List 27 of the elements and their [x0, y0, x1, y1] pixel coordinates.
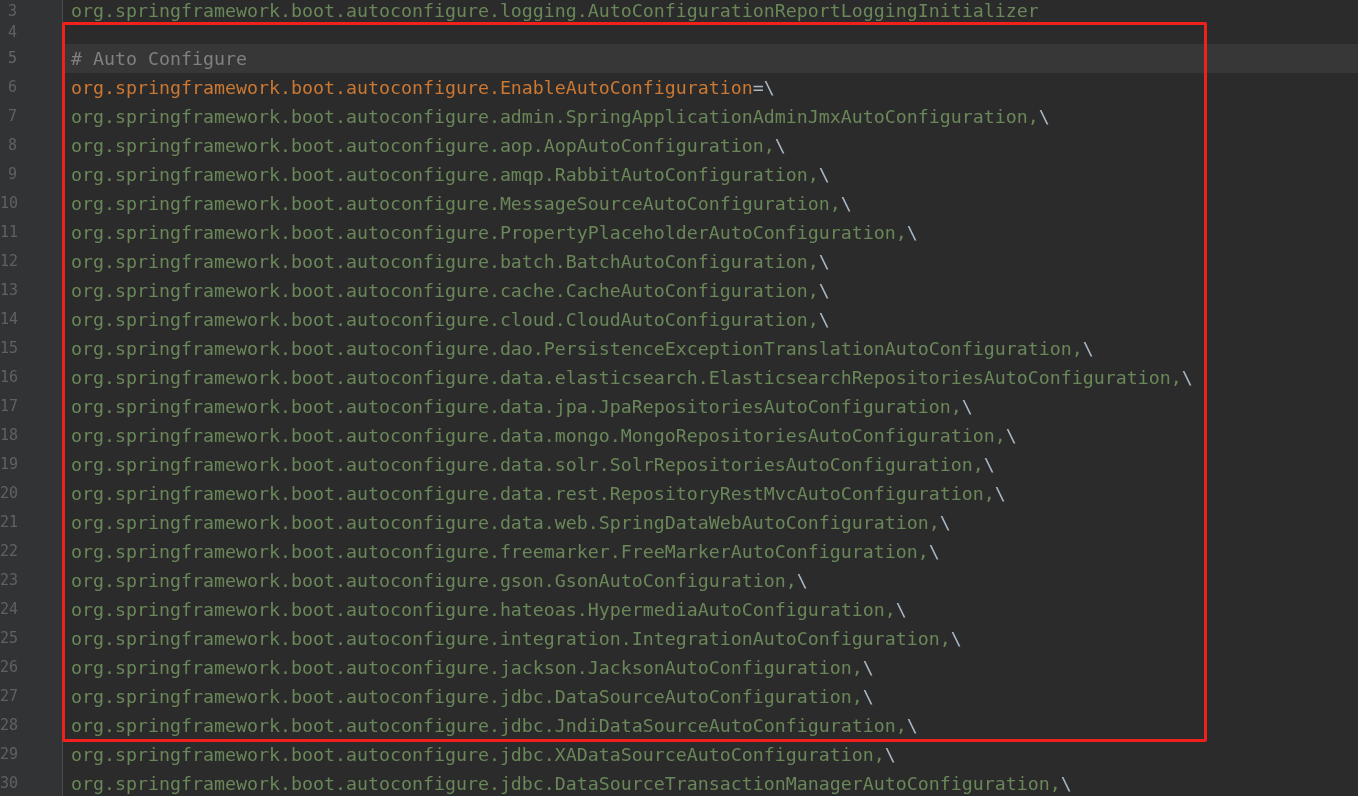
- code-line: org.springframework.boot.autoconfigure.dao.PersistenceExceptionTranslationAutoConfiguration,\: [71, 337, 1094, 359]
- code-line: # Auto Configure: [71, 47, 247, 69]
- code-line: org.springframework.boot.autoconfigure.logging.AutoConfigurationReportLoggingInitializer: [71, 0, 1039, 21]
- code-line: org.springframework.boot.autoconfigure.EnableAutoConfiguration=\: [71, 76, 775, 98]
- code-line: org.springframework.boot.autoconfigure.data.elasticsearch.ElasticsearchRepositoriesAutoConfiguration,\: [71, 366, 1193, 388]
- code-line: org.springframework.boot.autoconfigure.cloud.CloudAutoConfiguration,\: [71, 308, 830, 330]
- code-line: org.springframework.boot.autoconfigure.jdbc.XADataSourceAutoConfiguration,\: [71, 743, 896, 765]
- code-line: org.springframework.boot.autoconfigure.data.jpa.JpaRepositoriesAutoConfiguration,\: [71, 395, 973, 417]
- code-line: org.springframework.boot.autoconfigure.PropertyPlaceholderAutoConfiguration,\: [71, 221, 918, 243]
- code-line: org.springframework.boot.autoconfigure.amqp.RabbitAutoConfiguration,\: [71, 163, 830, 185]
- code-line: org.springframework.boot.autoconfigure.aop.AopAutoConfiguration,\: [71, 134, 786, 156]
- code-line: org.springframework.boot.autoconfigure.jdbc.DataSourceAutoConfiguration,\: [71, 685, 874, 707]
- code-line: org.springframework.boot.autoconfigure.cache.CacheAutoConfiguration,\: [71, 279, 830, 301]
- code-line: org.springframework.boot.autoconfigure.data.web.SpringDataWebAutoConfiguration,\: [71, 511, 951, 533]
- code-line: org.springframework.boot.autoconfigure.MessageSourceAutoConfiguration,\: [71, 192, 852, 214]
- code-line: org.springframework.boot.autoconfigure.jdbc.JndiDataSourceAutoConfiguration,\: [71, 714, 918, 736]
- code-line: org.springframework.boot.autoconfigure.hateoas.HypermediaAutoConfiguration,\: [71, 598, 907, 620]
- code-line: org.springframework.boot.autoconfigure.data.rest.RepositoryRestMvcAutoConfiguration,\: [71, 482, 1006, 504]
- code-line: org.springframework.boot.autoconfigure.gson.GsonAutoConfiguration,\: [71, 569, 808, 591]
- code-line: org.springframework.boot.autoconfigure.integration.IntegrationAutoConfiguration,\: [71, 627, 962, 649]
- code-line: org.springframework.boot.autoconfigure.freemarker.FreeMarkerAutoConfiguration,\: [71, 540, 940, 562]
- code-line: org.springframework.boot.autoconfigure.admin.SpringApplicationAdminJmxAutoConfiguration,\: [71, 105, 1050, 127]
- code-line: org.springframework.boot.autoconfigure.data.solr.SolrRepositoriesAutoConfiguration,\: [71, 453, 995, 475]
- code-line: org.springframework.boot.autoconfigure.batch.BatchAutoConfiguration,\: [71, 250, 830, 272]
- code-line: org.springframework.boot.autoconfigure.jdbc.DataSourceTransactionManagerAutoConfiguration,\: [71, 772, 1072, 794]
- code-line: org.springframework.boot.autoconfigure.jackson.JacksonAutoConfiguration,\: [71, 656, 874, 678]
- code-line: org.springframework.boot.autoconfigure.data.mongo.MongoRepositoriesAutoConfiguration,\: [71, 424, 1017, 446]
